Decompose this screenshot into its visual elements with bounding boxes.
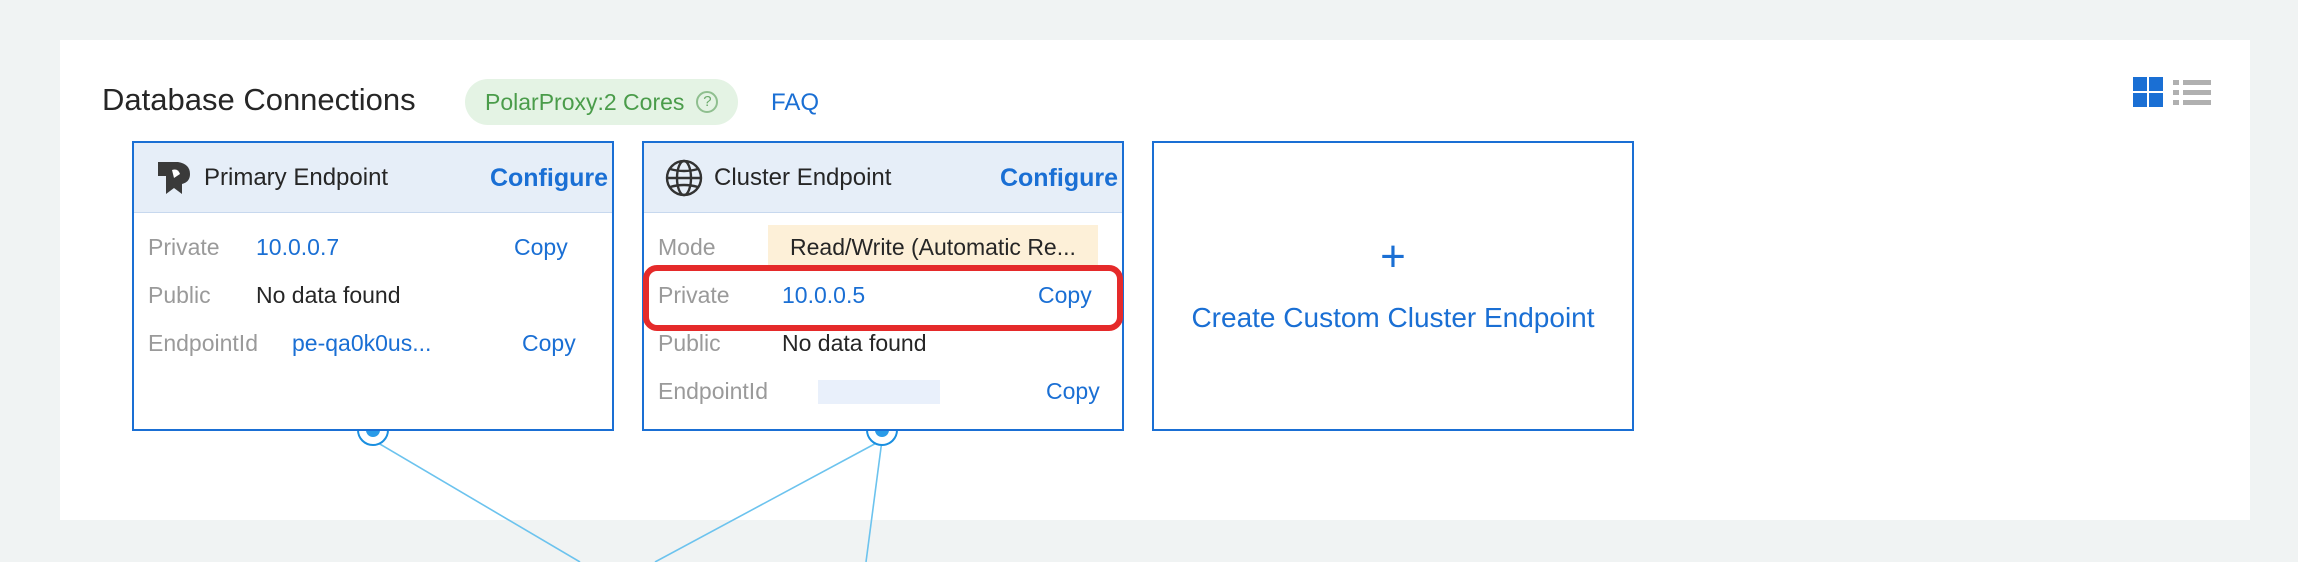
cluster-endpoint-header: Cluster Endpoint Configure	[644, 143, 1122, 213]
cluster-mode-value: Read/Write (Automatic Re...	[790, 234, 1076, 260]
private-label: Private	[148, 234, 220, 260]
primary-private-row: Private 10.0.0.7 Copy	[148, 227, 600, 267]
create-custom-endpoint-card[interactable]	[1152, 141, 1634, 431]
primary-public-value: No data found	[256, 282, 401, 308]
mode-label: Mode	[658, 234, 716, 260]
cluster-mode-row: Mode Read/Write (Automatic Re...	[658, 227, 1110, 267]
endpointid-label: EndpointId	[148, 330, 258, 356]
primary-public-row: Public No data found	[148, 275, 600, 315]
primary-configure-button[interactable]: Configure	[490, 161, 608, 195]
redacted-endpoint-id	[818, 380, 940, 404]
primary-private-copy-button[interactable]: Copy	[514, 227, 568, 267]
cluster-endpoint-title: Cluster Endpoint	[714, 163, 892, 191]
primary-private-ip[interactable]: 10.0.0.7	[256, 227, 339, 267]
primary-endpoint-title: Primary Endpoint	[204, 163, 389, 191]
primary-endpoint-header: Primary Endpoint Configure	[134, 143, 612, 213]
private-ip-highlight	[643, 265, 1123, 331]
primary-endpointid-copy-button[interactable]: Copy	[522, 323, 576, 363]
polardb-logo-icon	[158, 161, 190, 194]
public-label: Public	[148, 282, 211, 308]
primary-endpointid-value[interactable]: pe-qa0k0us...	[292, 323, 431, 363]
globe-icon	[665, 159, 703, 196]
endpointid-label: EndpointId	[658, 378, 768, 404]
cluster-endpointid-copy-button[interactable]: Copy	[1046, 371, 1100, 411]
primary-endpoint-card: Primary Endpoint Configure Private 10.0.…	[132, 141, 614, 431]
cluster-configure-button[interactable]: Configure	[1000, 161, 1118, 195]
primary-endpointid-row: EndpointId pe-qa0k0us... Copy	[148, 323, 600, 363]
